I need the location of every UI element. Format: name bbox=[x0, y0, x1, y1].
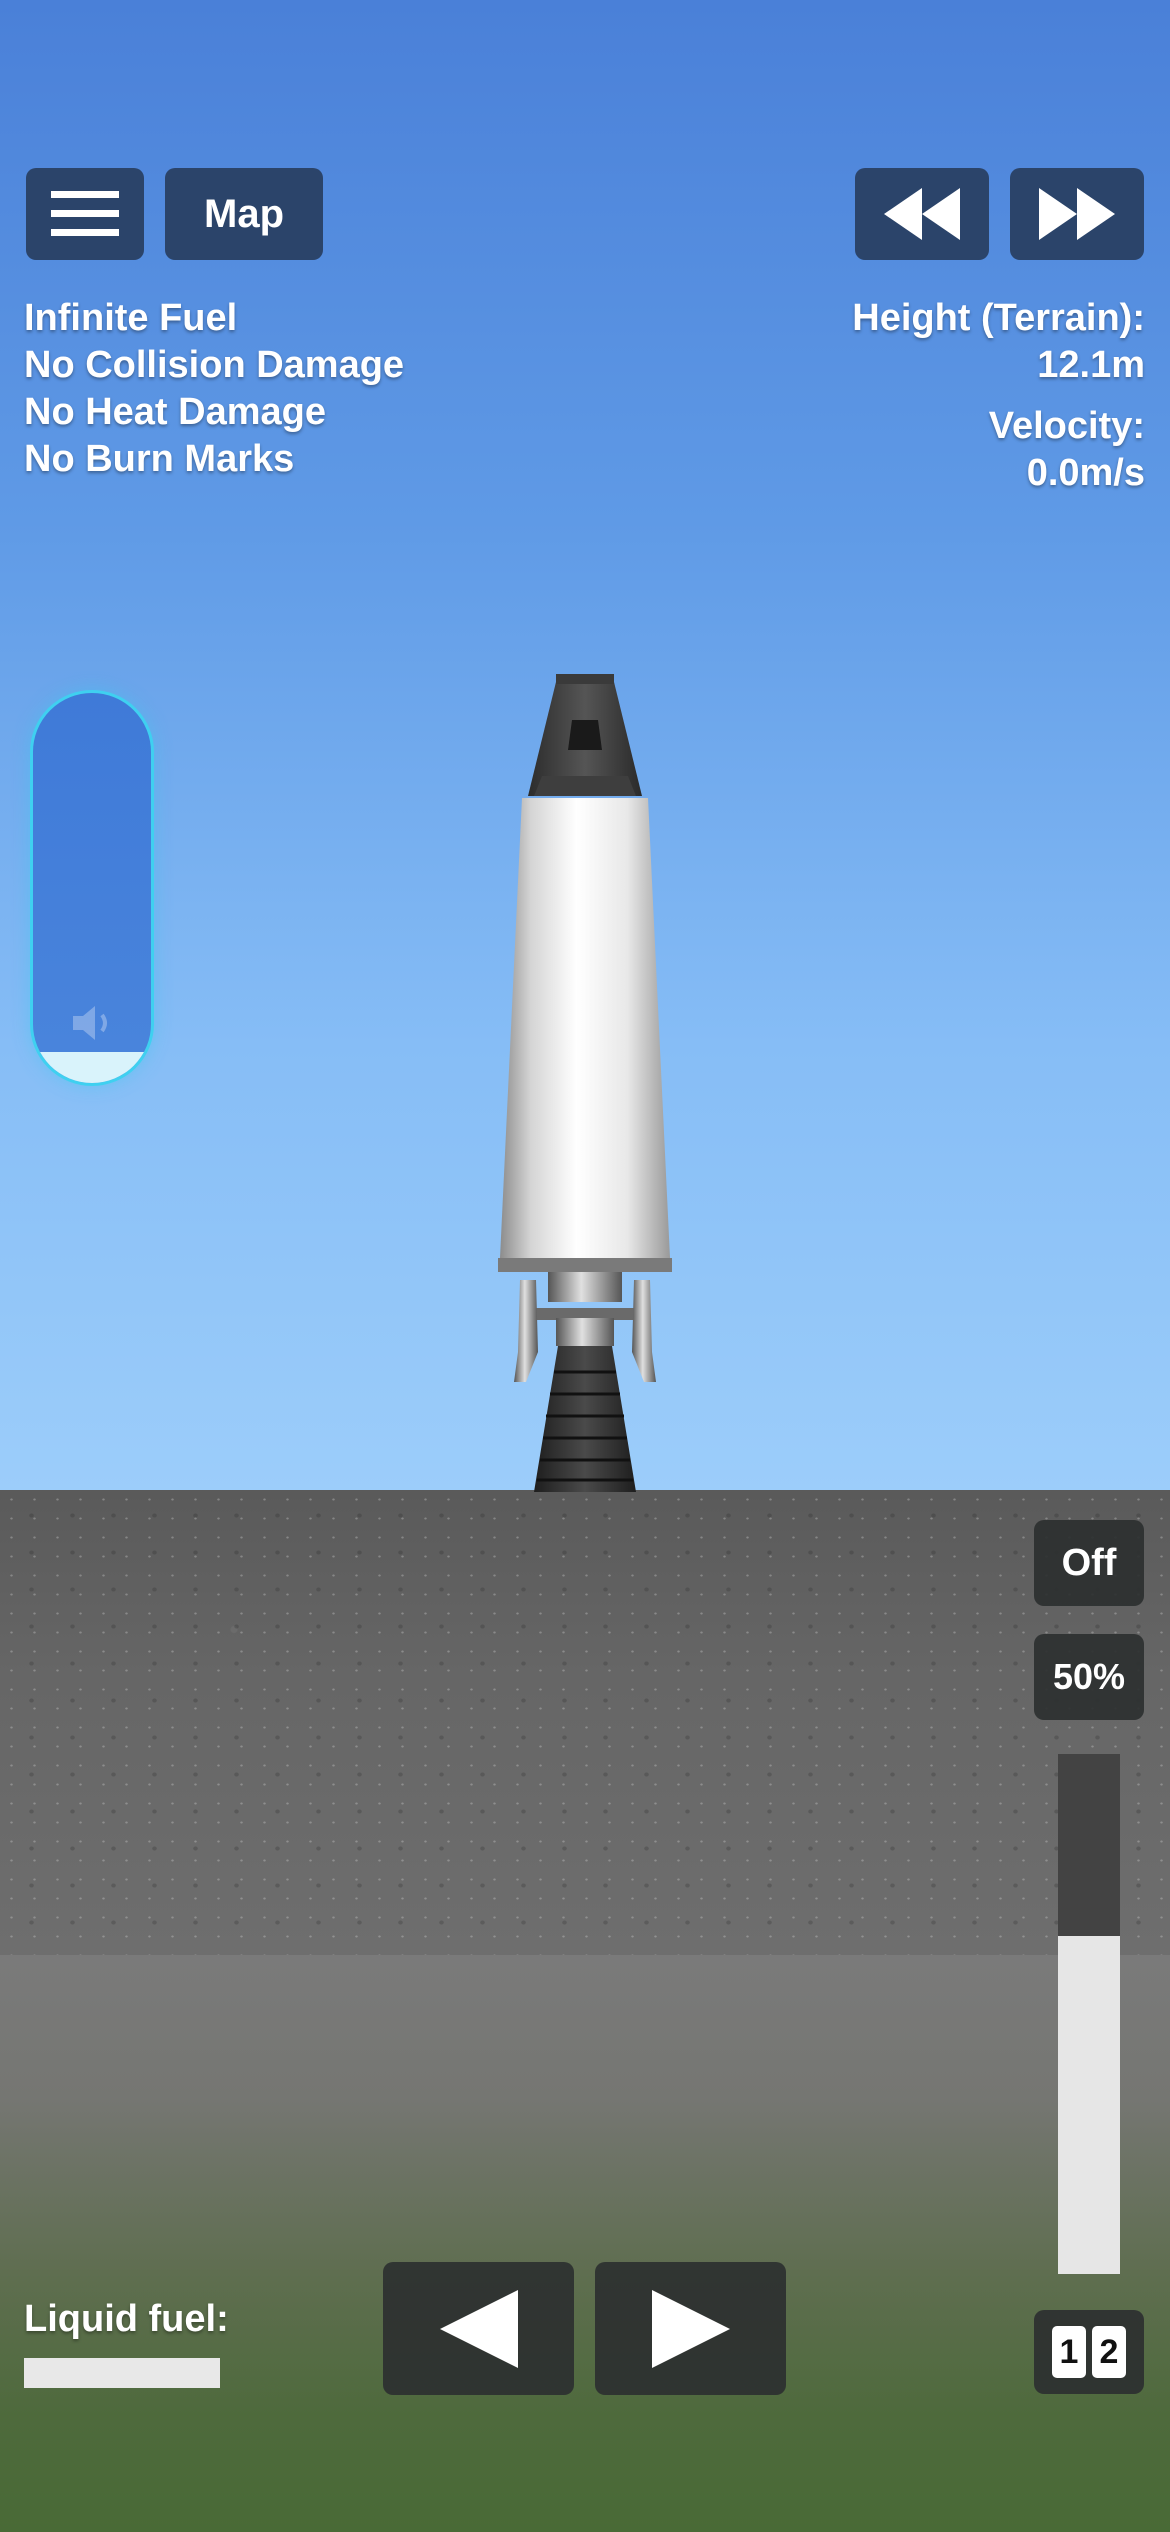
rotate-right-button[interactable] bbox=[595, 2262, 786, 2395]
throttle-slider-fill bbox=[1058, 1936, 1120, 2274]
rotate-left-icon bbox=[439, 2289, 518, 2368]
ground-surface bbox=[0, 1490, 1170, 1955]
map-button-label: Map bbox=[204, 191, 284, 236]
menu-button[interactable] bbox=[26, 168, 144, 260]
hamburger-menu-icon bbox=[51, 191, 119, 236]
rotate-right-icon bbox=[651, 2289, 730, 2368]
rewind-button[interactable] bbox=[855, 168, 989, 260]
rotate-left-button[interactable] bbox=[383, 2262, 574, 2395]
telemetry-panel: Height (Terrain): 12.1m Velocity: 0.0m/s bbox=[852, 295, 1145, 497]
map-button[interactable]: Map bbox=[165, 168, 323, 260]
cheats-list: Infinite Fuel No Collision Damage No Hea… bbox=[24, 295, 404, 483]
throttle-slider[interactable] bbox=[1058, 1754, 1120, 2274]
fast-forward-button[interactable] bbox=[1010, 168, 1144, 260]
ground-lower bbox=[0, 1955, 1170, 2532]
cheat-no-burn-marks: No Burn Marks bbox=[24, 438, 295, 480]
fast-forward-icon bbox=[1039, 188, 1115, 240]
stage-number-2: 2 bbox=[1092, 2326, 1126, 2378]
velocity-value: 0.0m/s bbox=[1026, 452, 1145, 494]
stage-indicator[interactable]: 1 2 bbox=[1034, 2310, 1144, 2394]
height-value: 12.1m bbox=[1037, 344, 1145, 386]
height-label: Height (Terrain): bbox=[852, 297, 1145, 339]
throttle-percent-button[interactable]: 50% bbox=[1034, 1634, 1144, 1720]
speaker-icon bbox=[73, 1006, 107, 1040]
volume-level-fill bbox=[33, 1051, 151, 1083]
rewind-icon bbox=[884, 188, 960, 240]
rocket bbox=[498, 674, 672, 1492]
cheat-no-heat-damage: No Heat Damage bbox=[24, 391, 326, 433]
auto-toggle-button[interactable]: Off bbox=[1034, 1520, 1144, 1606]
stage-number-1: 1 bbox=[1052, 2326, 1086, 2378]
cheat-no-collision-damage: No Collision Damage bbox=[24, 344, 405, 386]
volume-slider[interactable] bbox=[30, 690, 154, 1086]
velocity-label: Velocity: bbox=[988, 405, 1145, 447]
throttle-percent-label: 50% bbox=[1052, 1656, 1126, 1697]
liquid-fuel-gauge bbox=[24, 2358, 220, 2388]
auto-toggle-label: Off bbox=[1061, 1541, 1117, 1584]
liquid-fuel-label: Liquid fuel: bbox=[24, 2298, 229, 2340]
cheat-infinite-fuel: Infinite Fuel bbox=[24, 297, 238, 339]
